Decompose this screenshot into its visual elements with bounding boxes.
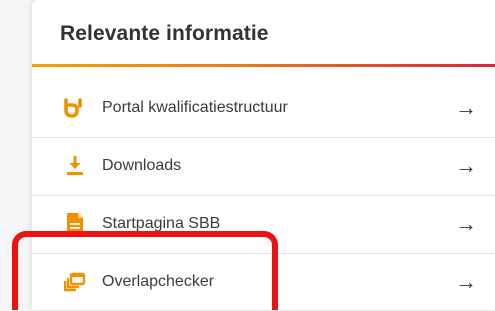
link-label: Downloads [102,157,182,174]
link-overlapchecker[interactable]: Overlapchecker → [32,253,495,311]
link-label: Startpagina SBB [102,215,221,232]
document-icon [64,213,86,235]
arrow-right-icon: → [455,95,477,120]
accent-divider [32,64,495,67]
arrow-right-icon: → [455,269,477,294]
link-label: Overlapchecker [102,273,215,290]
sbb-logo-icon [64,97,86,119]
overlap-windows-icon [64,271,86,293]
link-startpagina-sbb[interactable]: Startpagina SBB → [32,195,495,254]
arrow-right-icon: → [455,211,477,236]
link-label: Portal kwalificatiestructuur [102,99,288,116]
arrow-right-icon: → [455,153,477,178]
link-portal-kwalificatiestructuur[interactable]: Portal kwalificatiestructuur → [32,79,495,138]
link-downloads[interactable]: Downloads → [32,137,495,196]
download-icon [64,155,86,177]
panel-title: Relevante informatie [60,22,269,45]
relevant-info-panel: Relevante informatie Portal kwalificatie… [32,0,495,310]
